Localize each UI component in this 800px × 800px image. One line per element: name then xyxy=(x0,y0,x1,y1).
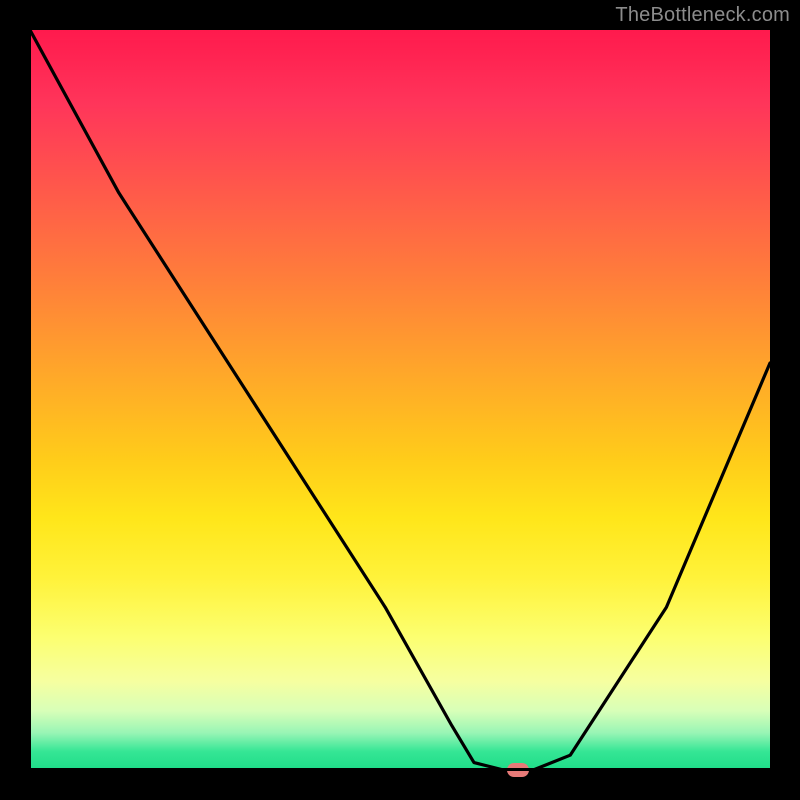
x-axis xyxy=(30,768,770,771)
y-axis xyxy=(28,30,31,770)
bottleneck-curve xyxy=(30,30,770,770)
watermark-text: TheBottleneck.com xyxy=(615,4,790,27)
chart-container: TheBottleneck.com xyxy=(0,0,800,800)
